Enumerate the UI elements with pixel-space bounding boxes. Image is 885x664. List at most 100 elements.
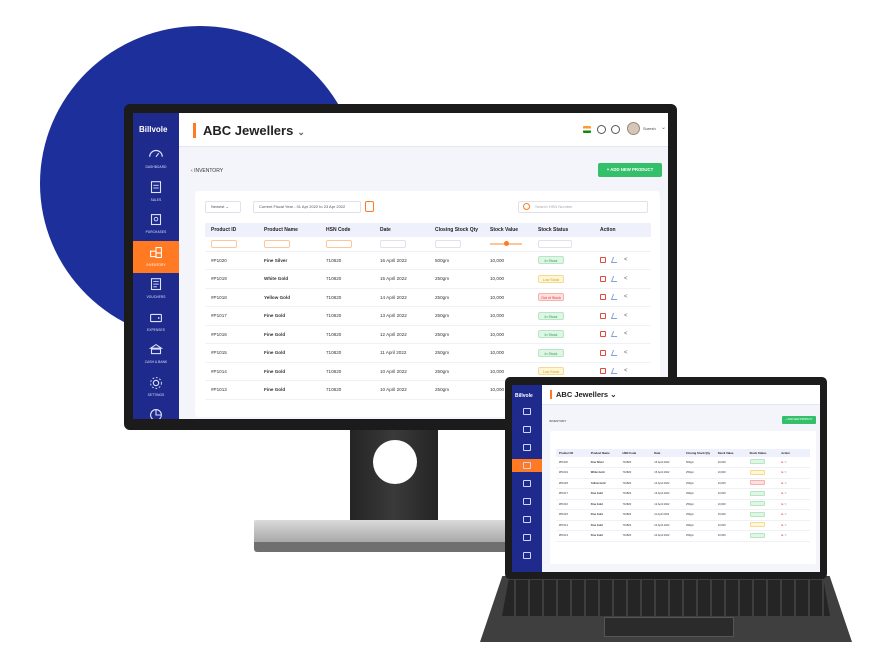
table-row[interactable]: #P1015 Fine Gold 710820 11 April 2022 250gm 1…: [205, 343, 651, 363]
laptop-sidebar-item[interactable]: [512, 405, 542, 418]
delete-icon[interactable]: [600, 368, 606, 375]
edit-icon[interactable]: [610, 331, 620, 338]
column-header[interactable]: Product Name: [587, 449, 620, 457]
sidebar-item-dashboard[interactable]: DASHBOARD: [133, 143, 179, 175]
table-row[interactable]: #P1016 Fine Gold 710820 12 April 2022 250gm 1…: [556, 499, 810, 510]
share-icon[interactable]: <: [785, 482, 787, 485]
share-icon[interactable]: <: [624, 294, 630, 300]
status-filter-select[interactable]: [538, 239, 572, 248]
filter-input[interactable]: [326, 239, 352, 248]
table-row[interactable]: #P1019 White Gold 710820 15 April 2022 250gm…: [205, 269, 651, 289]
column-header[interactable]: Date: [651, 449, 683, 457]
column-header[interactable]: Stock Value: [484, 223, 532, 237]
laptop-sidebar-item[interactable]: [512, 531, 542, 544]
table-row[interactable]: #P1017 Fine Gold 710820 13 April 2022 250gm 1…: [556, 488, 810, 500]
table-row[interactable]: #P1014 Fine Gold 710820 10 April 2022 250gm 1…: [556, 520, 810, 531]
calendar-icon[interactable]: [365, 201, 374, 212]
edit-icon[interactable]: [610, 312, 620, 319]
column-header[interactable]: HSN Code: [619, 449, 652, 457]
table-row[interactable]: #P1017 Fine Gold 710820 13 April 2022 250gm 1…: [205, 306, 651, 326]
user-menu-chevron-icon[interactable]: ⌄: [661, 124, 666, 131]
laptop-sidebar-item[interactable]: [512, 459, 542, 472]
column-header[interactable]: Product ID: [556, 449, 588, 457]
delete-icon[interactable]: [600, 275, 606, 282]
filter-input[interactable]: [211, 239, 237, 248]
avatar[interactable]: [627, 122, 640, 135]
column-header[interactable]: Stock Value: [714, 449, 747, 457]
edit-icon[interactable]: [610, 349, 620, 356]
column-header[interactable]: Stock Status: [532, 223, 594, 237]
stock-value-slider[interactable]: [490, 241, 522, 247]
sidebar-item-inventory[interactable]: INVENTORY: [133, 240, 179, 273]
laptop-company-selector[interactable]: ABC Jewellers ⌄: [556, 390, 616, 399]
edit-icon[interactable]: [610, 257, 620, 264]
share-icon[interactable]: <: [785, 513, 787, 516]
delete-icon[interactable]: [600, 349, 606, 356]
share-icon[interactable]: <: [624, 368, 630, 374]
edit-icon[interactable]: [610, 275, 620, 282]
date-filter-input[interactable]: [380, 239, 406, 248]
breadcrumb[interactable]: ‹ INVENTORY: [191, 168, 223, 174]
table-row[interactable]: #P1016 Fine Gold 710820 12 April 2022 250gm 1…: [205, 325, 651, 344]
date-range-field[interactable]: Current Fiscal Year - 01 Apr 2022 to 23 …: [253, 201, 361, 213]
share-icon[interactable]: <: [624, 331, 630, 337]
share-icon[interactable]: <: [624, 276, 630, 282]
laptop-add-product-button[interactable]: + ADD NEW PRODUCT: [782, 416, 816, 424]
column-header[interactable]: Closing Stock Qty: [683, 449, 715, 457]
table-row[interactable]: #P1018 Yellow Gold 710820 14 April 2022 250g…: [556, 478, 810, 489]
delete-icon[interactable]: [600, 312, 606, 319]
laptop-sidebar-item[interactable]: [512, 423, 542, 436]
sidebar-item-reports[interactable]: REPORTS: [133, 403, 179, 419]
laptop-breadcrumb[interactable]: INVENTORY: [549, 419, 566, 423]
edit-icon[interactable]: [610, 294, 620, 301]
share-icon[interactable]: <: [785, 492, 787, 495]
column-header[interactable]: Product ID: [205, 223, 258, 237]
share-icon[interactable]: <: [785, 503, 787, 506]
search-input[interactable]: Search HSN Number: [518, 201, 648, 213]
sidebar-item-expenses[interactable]: EXPENSES: [133, 306, 179, 338]
column-header[interactable]: Action: [594, 223, 651, 237]
sidebar-item-vouchers[interactable]: VOUCHERS: [133, 273, 179, 305]
gear-icon[interactable]: [611, 125, 620, 134]
table-row[interactable]: #P1015 Fine Gold 710820 11 April 2022 250gm 1…: [556, 509, 810, 521]
table-row[interactable]: #P1020 Fine Silver 710820 16 April 2022 500g…: [205, 251, 651, 270]
sort-select[interactable]: Newest ⌄: [205, 201, 241, 213]
laptop-sidebar-item[interactable]: [512, 441, 542, 454]
language-flag-icon[interactable]: [583, 126, 591, 133]
table-row[interactable]: #P1018 Yellow Gold 710820 14 April 2022 250g…: [205, 288, 651, 307]
table-row[interactable]: #P1020 Fine Silver 710820 16 April 2022 500g…: [556, 457, 810, 468]
filter-input[interactable]: [264, 239, 290, 248]
column-header[interactable]: Date: [374, 223, 429, 237]
sidebar-item-sales[interactable]: SALES: [133, 176, 179, 208]
company-selector[interactable]: ABC Jewellers ⌄: [203, 123, 305, 138]
user-name[interactable]: Suresh: [643, 126, 656, 131]
laptop-sidebar-item[interactable]: [512, 495, 542, 508]
laptop-sidebar-item[interactable]: [512, 513, 542, 526]
share-icon[interactable]: <: [785, 524, 787, 527]
column-header[interactable]: Closing Stock Qty: [429, 223, 484, 237]
edit-icon[interactable]: [610, 368, 620, 375]
share-icon[interactable]: <: [785, 534, 787, 537]
delete-icon[interactable]: [600, 331, 606, 338]
filter-input[interactable]: [435, 239, 461, 248]
share-icon[interactable]: <: [624, 350, 630, 356]
laptop-sidebar-item[interactable]: [512, 477, 542, 490]
notification-icon[interactable]: [597, 125, 606, 134]
add-product-button[interactable]: + ADD NEW PRODUCT: [598, 163, 662, 177]
sidebar-item-cash-bank[interactable]: CASH & BANK: [133, 338, 179, 370]
laptop-sidebar-item[interactable]: [512, 549, 542, 562]
share-icon[interactable]: <: [785, 471, 787, 474]
table-row[interactable]: #P1013 Fine Gold 710820 10 April 2022 250gm 1…: [556, 530, 810, 542]
sidebar-item-purchases[interactable]: PURCHASES: [133, 208, 179, 240]
column-header[interactable]: HSN Code: [320, 223, 374, 237]
sidebar-item-settings[interactable]: SETTINGS: [133, 371, 179, 403]
table-row[interactable]: #P1019 White Gold 710820 15 April 2022 250gm…: [556, 467, 810, 479]
share-icon[interactable]: <: [624, 257, 630, 263]
column-header[interactable]: Action: [778, 449, 810, 457]
share-icon[interactable]: <: [785, 461, 787, 464]
delete-icon[interactable]: [600, 257, 606, 264]
share-icon[interactable]: <: [624, 313, 630, 319]
column-header[interactable]: Product Name: [258, 223, 320, 237]
column-header[interactable]: Stock Status: [746, 449, 779, 457]
delete-icon[interactable]: [600, 294, 606, 301]
